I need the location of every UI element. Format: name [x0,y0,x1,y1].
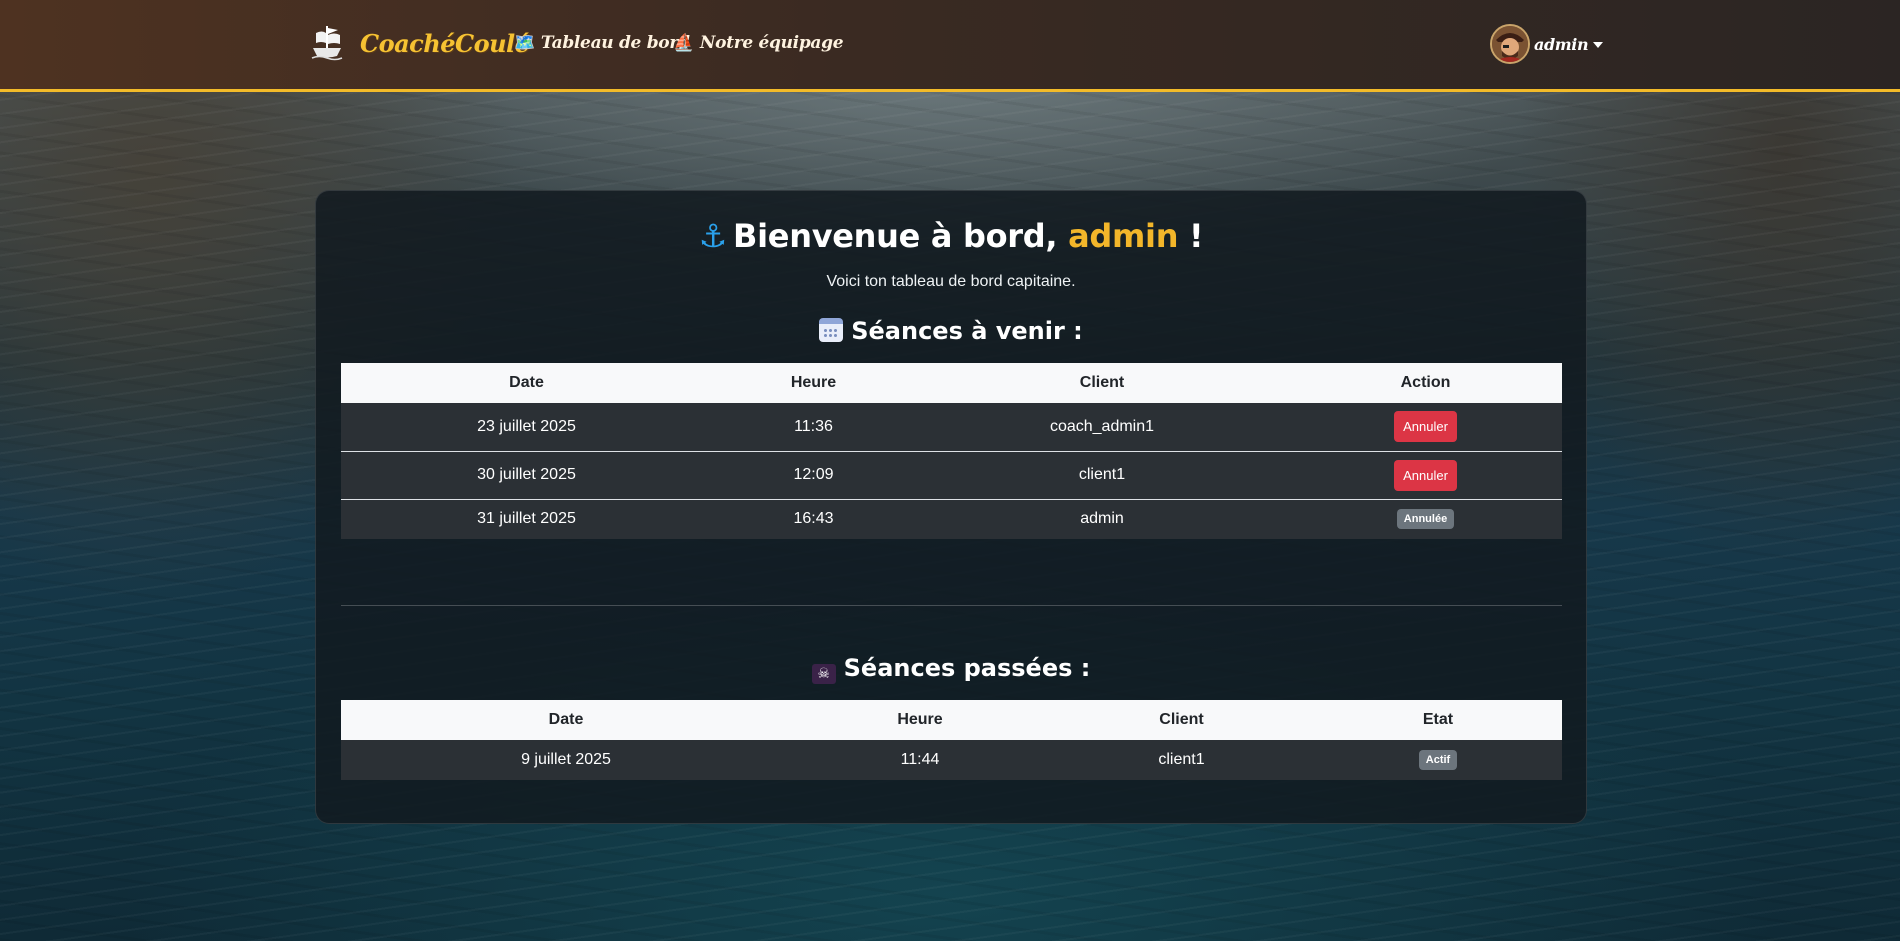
dashboard-card: ⚓ Bienvenue à bord, admin ! Voici ton tab… [315,190,1587,824]
status-badge: Annulée [1396,509,1455,530]
cell-client: client1 [915,450,1289,499]
table-row: 31 juillet 2025 16:43 admin Annulée [341,498,1562,539]
table-row: 9 juillet 2025 11:44 client1 Actif [341,740,1562,780]
cell-client: coach_admin1 [915,403,1289,451]
column-header-date: Date [341,363,712,403]
cell-time: 11:44 [791,740,1049,780]
anchor-icon: ⚓ [698,217,728,255]
cell-action: Annulée [1289,498,1562,539]
table-row: 23 juillet 2025 11:36 coach_admin1 Annul… [341,403,1562,451]
nav-link-dashboard[interactable]: 🗺️ Tableau de bord [514,33,690,53]
map-icon: 🗺️ [514,33,535,53]
page-title: ⚓ Bienvenue à bord, admin ! [316,217,1586,255]
brand-name: CoachéCoulé [360,28,530,58]
calendar-icon [819,318,844,342]
past-sessions-table: Date Heure Client Etat 9 juillet 2025 11… [341,700,1562,780]
welcome-prefix: Bienvenue à bord, [733,217,1069,255]
past-sessions-title: ☠ Séances passées : [316,654,1586,684]
past-sessions-title-text: Séances passées : [843,654,1091,682]
cell-action: Annuler [1289,450,1562,499]
cell-date: 9 juillet 2025 [341,740,791,780]
cell-time: 11:36 [712,403,915,451]
cell-date: 23 juillet 2025 [341,403,712,451]
cell-action: Annuler [1289,403,1562,451]
pirate-ship-icon [310,24,344,62]
cell-state: Actif [1314,740,1562,780]
cell-time: 16:43 [712,498,915,539]
cancel-session-button[interactable]: Annuler [1394,411,1457,443]
column-header-state: Etat [1314,700,1562,740]
upcoming-sessions-table: Date Heure Client Action 23 juillet 2025… [341,363,1562,539]
column-header-date: Date [341,700,791,740]
cell-time: 12:09 [712,450,915,499]
column-header-time: Heure [791,700,1049,740]
brand-link[interactable]: CoachéCoulé [310,24,530,62]
column-header-client: Client [1049,700,1314,740]
page-subtitle: Voici ton tableau de bord capitaine. [826,273,1076,290]
sailboat-icon: ⛵ [673,33,694,53]
section-divider [341,605,1562,606]
navbar: CoachéCoulé 🗺️ Tableau de bord ⛵ Notre é… [0,0,1900,92]
column-header-time: Heure [712,363,915,403]
column-header-action: Action [1289,363,1562,403]
welcome-suffix: ! [1178,217,1204,255]
avatar [1490,24,1530,64]
chevron-down-icon [1593,42,1604,48]
nav-link-dashboard-label: Tableau de bord [540,33,690,53]
nav-link-crew[interactable]: ⛵ Notre équipage [673,33,844,53]
cancel-session-button[interactable]: Annuler [1394,459,1457,491]
cell-date: 31 juillet 2025 [341,498,712,539]
table-header-row: Date Heure Client Etat [341,700,1562,740]
cell-client: client1 [1049,740,1314,780]
table-row: 30 juillet 2025 12:09 client1 Annuler [341,450,1562,499]
skull-flag-icon: ☠ [811,664,836,684]
welcome-username: admin [1068,217,1179,255]
table-header-row: Date Heure Client Action [341,363,1562,403]
cell-date: 30 juillet 2025 [341,450,712,499]
upcoming-sessions-title-text: Séances à venir : [851,317,1083,345]
cell-client: admin [915,498,1289,539]
upcoming-sessions-title: Séances à venir : [316,317,1586,345]
status-badge: Actif [1418,750,1458,770]
user-menu-toggle[interactable]: admin [1490,24,1604,64]
username: admin [1534,34,1589,54]
nav-link-crew-label: Notre équipage [699,33,844,53]
column-header-client: Client [915,363,1289,403]
